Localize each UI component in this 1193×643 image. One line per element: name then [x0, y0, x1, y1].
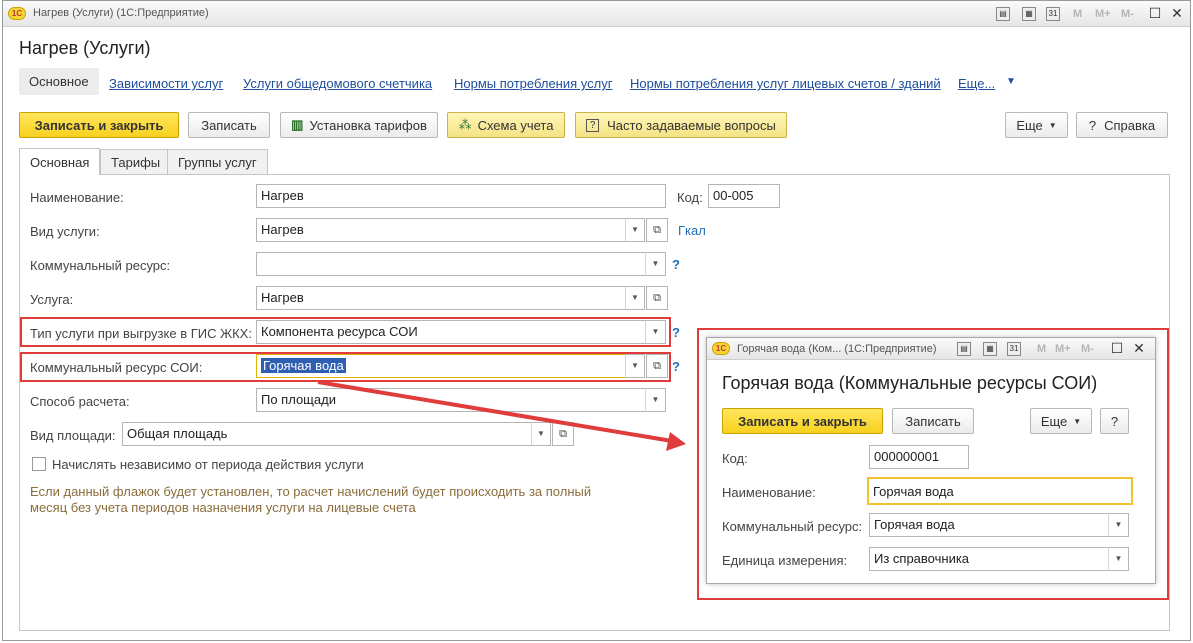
popup-code-label: Код: [722, 451, 748, 466]
arrow-line [317, 380, 673, 443]
app-logo: 1С [712, 342, 730, 355]
mem-button[interactable]: M [1037, 343, 1046, 355]
mem-minus-button[interactable]: M- [1081, 343, 1094, 355]
calendar-icon[interactable]: 31 [1007, 342, 1021, 356]
tab-main[interactable]: Основная [19, 148, 101, 175]
popup-save-button[interactable]: Записать [892, 408, 974, 434]
popup-name-field[interactable]: Горячая вода [867, 477, 1133, 505]
mem-plus-button[interactable]: M+ [1055, 343, 1071, 355]
popup-title-bar: 1С Горячая вода (Ком... (1С:Предприятие)… [707, 338, 1155, 360]
popup-name-label: Наименование: [722, 485, 816, 500]
maximize-icon[interactable]: ☐ [1109, 340, 1125, 356]
close-icon[interactable]: ✕ [1131, 340, 1147, 356]
print-icon[interactable]: ▤ [957, 342, 971, 356]
popup-resource-field[interactable]: Горячая вода [869, 513, 1109, 537]
popup-save-close-button[interactable]: Записать и закрыть [722, 408, 883, 434]
chevron-down-icon[interactable]: ▼ [1108, 547, 1129, 571]
popup-unit-label: Единица измерения: [722, 553, 848, 568]
popup-help-button[interactable]: ? [1100, 408, 1129, 434]
popup-resource-label: Коммунальный ресурс: [722, 519, 863, 534]
popup-window-title: Горячая вода (Ком... (1С:Предприятие) [737, 343, 937, 355]
popup-unit-field[interactable]: Из справочника [869, 547, 1109, 571]
popup-heading: Горячая вода (Коммунальные ресурсы СОИ) [722, 373, 1098, 393]
chevron-down-icon[interactable]: ▼ [1108, 513, 1129, 537]
popup-window: 1С Горячая вода (Ком... (1С:Предприятие)… [706, 337, 1156, 584]
calc-icon[interactable]: ▦ [983, 342, 997, 356]
popup-more-button[interactable]: Еще ▼ [1030, 408, 1092, 434]
chevron-down-icon: ▼ [1073, 416, 1082, 426]
arrow-head [666, 432, 686, 451]
popup-code-field[interactable]: 000000001 [869, 445, 969, 469]
